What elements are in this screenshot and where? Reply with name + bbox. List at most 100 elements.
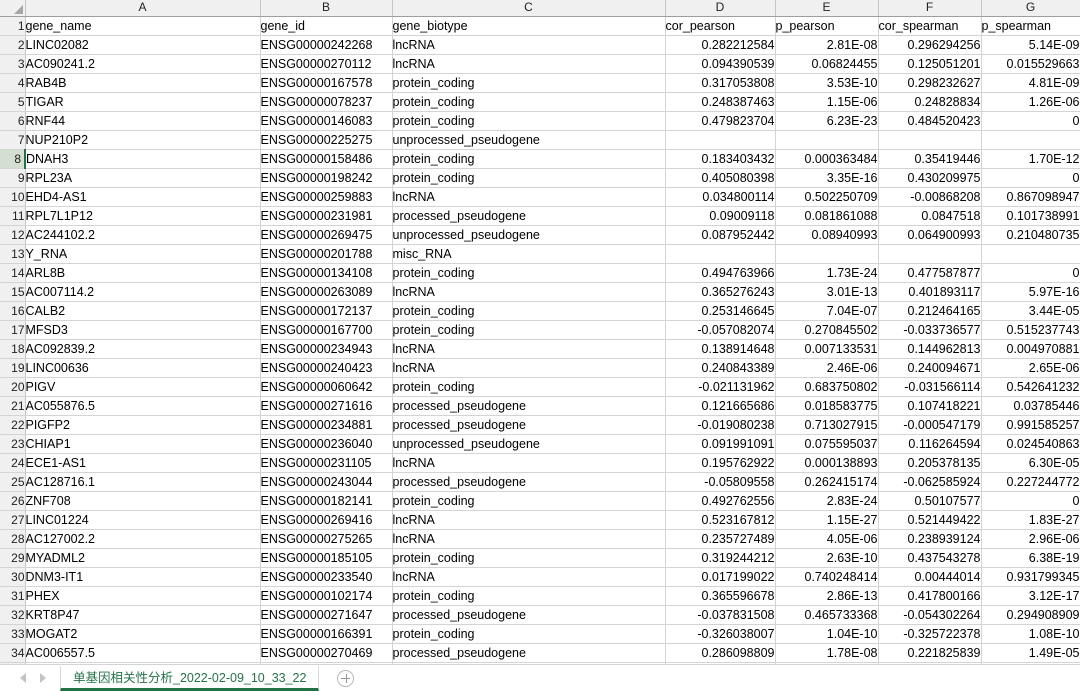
- cell-D19[interactable]: 0.240843389: [665, 358, 776, 378]
- cell-G31[interactable]: 3.12E-17: [981, 586, 1080, 606]
- table-row[interactable]: 10 EHD4-AS1 ENSG00000259883 lncRNA 0.0348001…: [0, 187, 1080, 207]
- cell-D5[interactable]: 0.248387463: [665, 92, 776, 112]
- cell-D2[interactable]: 0.282212584: [665, 35, 776, 55]
- row-header-11[interactable]: 11: [0, 206, 26, 226]
- cell-G33[interactable]: 1.08E-10: [981, 624, 1080, 644]
- cell-B33[interactable]: ENSG00000166391: [260, 624, 393, 644]
- cell-A29[interactable]: MYADML2: [25, 548, 261, 568]
- row-header-14[interactable]: 14: [0, 263, 26, 283]
- cell-A27[interactable]: LINC01224: [25, 510, 261, 530]
- cell-A31[interactable]: PHEX: [25, 586, 261, 606]
- cell-D34[interactable]: 0.286098809: [665, 643, 776, 663]
- cell-A8[interactable]: DNAH3: [25, 149, 261, 169]
- cell-F21[interactable]: 0.107418221: [878, 396, 982, 416]
- cell-B24[interactable]: ENSG00000231105: [260, 453, 393, 473]
- cell-B31[interactable]: ENSG00000102174: [260, 586, 393, 606]
- cell-E21[interactable]: 0.018583775: [775, 396, 879, 416]
- chevron-right-icon[interactable]: [40, 673, 46, 683]
- cell-A32[interactable]: KRT8P47: [25, 605, 261, 625]
- row-header-3[interactable]: 3: [0, 54, 26, 74]
- row-header-23[interactable]: 23: [0, 434, 26, 454]
- cell-G13[interactable]: [981, 244, 1080, 264]
- cell-E1[interactable]: p_pearson: [775, 16, 879, 36]
- cell-C17[interactable]: protein_coding: [392, 320, 666, 340]
- cell-G2[interactable]: 5.14E-09: [981, 35, 1080, 55]
- cell-D33[interactable]: -0.326038007: [665, 624, 776, 644]
- column-header-g[interactable]: G: [981, 0, 1080, 17]
- cell-G24[interactable]: 6.30E-05: [981, 453, 1080, 473]
- cell-C25[interactable]: processed_pseudogene: [392, 472, 666, 492]
- table-row[interactable]: 15 AC007114.2 ENSG00000263089 lncRNA 0.36527…: [0, 282, 1080, 302]
- table-row[interactable]: 6 RNF44 ENSG00000146083 protein_coding 0.479…: [0, 111, 1080, 131]
- cell-A20[interactable]: PIGV: [25, 377, 261, 397]
- row-header-24[interactable]: 24: [0, 453, 26, 473]
- cell-E18[interactable]: 0.007133531: [775, 339, 879, 359]
- cell-D28[interactable]: 0.235727489: [665, 529, 776, 549]
- cell-C26[interactable]: protein_coding: [392, 491, 666, 511]
- row-header-26[interactable]: 26: [0, 491, 26, 511]
- cell-F20[interactable]: -0.031566114: [878, 377, 982, 397]
- cell-F22[interactable]: -0.000547179: [878, 415, 982, 435]
- cell-E6[interactable]: 6.23E-23: [775, 111, 879, 131]
- cell-G4[interactable]: 4.81E-09: [981, 73, 1080, 93]
- cell-D1[interactable]: cor_pearson: [665, 16, 776, 36]
- cell-E31[interactable]: 2.86E-13: [775, 586, 879, 606]
- table-row[interactable]: 8 DNAH3 ENSG00000158486 protein_coding 0.183…: [0, 149, 1080, 169]
- cell-C18[interactable]: lncRNA: [392, 339, 666, 359]
- cell-B10[interactable]: ENSG00000259883: [260, 187, 393, 207]
- cell-F4[interactable]: 0.298232627: [878, 73, 982, 93]
- row-header-15[interactable]: 15: [0, 282, 26, 302]
- cell-F10[interactable]: -0.00868208: [878, 187, 982, 207]
- cell-B7[interactable]: ENSG00000225275: [260, 130, 393, 150]
- cell-B34[interactable]: ENSG00000270469: [260, 643, 393, 663]
- cell-E7[interactable]: [775, 130, 879, 150]
- cell-A22[interactable]: PIGFP2: [25, 415, 261, 435]
- cell-F33[interactable]: -0.325722378: [878, 624, 982, 644]
- chevron-left-icon[interactable]: [20, 673, 26, 683]
- cell-G23[interactable]: 0.024540863: [981, 434, 1080, 454]
- cell-E5[interactable]: 1.15E-06: [775, 92, 879, 112]
- cell-C30[interactable]: lncRNA: [392, 567, 666, 587]
- cell-D12[interactable]: 0.087952442: [665, 225, 776, 245]
- table-row[interactable]: 11 RPL7L1P12 ENSG00000231981 processed_pseu…: [0, 206, 1080, 226]
- cell-E14[interactable]: 1.73E-24: [775, 263, 879, 283]
- cell-A9[interactable]: RPL23A: [25, 168, 261, 188]
- cell-A6[interactable]: RNF44: [25, 111, 261, 131]
- cell-F5[interactable]: 0.24828834: [878, 92, 982, 112]
- table-row[interactable]: 2 LINC02082 ENSG00000242268 lncRNA 0.2822125…: [0, 35, 1080, 55]
- cell-G29[interactable]: 6.38E-19: [981, 548, 1080, 568]
- cell-C3[interactable]: lncRNA: [392, 54, 666, 74]
- cell-E9[interactable]: 3.35E-16: [775, 168, 879, 188]
- table-row[interactable]: 7 NUP210P2 ENSG00000225275 unprocessed_pseu…: [0, 130, 1080, 150]
- cell-G17[interactable]: 0.515237743: [981, 320, 1080, 340]
- cell-C7[interactable]: unprocessed_pseudogene: [392, 130, 666, 150]
- table-row[interactable]: 24 ECE1-AS1 ENSG00000231105 lncRNA 0.1957629…: [0, 453, 1080, 473]
- cell-D32[interactable]: -0.037831508: [665, 605, 776, 625]
- table-row[interactable]: 5 TIGAR ENSG00000078237 protein_coding 0.248…: [0, 92, 1080, 112]
- table-row[interactable]: 17 MFSD3 ENSG00000167700 protein_coding -0.0…: [0, 320, 1080, 340]
- cell-F25[interactable]: -0.062585924: [878, 472, 982, 492]
- cell-C15[interactable]: lncRNA: [392, 282, 666, 302]
- cell-D8[interactable]: 0.183403432: [665, 149, 776, 169]
- cell-G19[interactable]: 2.65E-06: [981, 358, 1080, 378]
- cell-B20[interactable]: ENSG00000060642: [260, 377, 393, 397]
- cell-G20[interactable]: 0.542641232: [981, 377, 1080, 397]
- cell-E15[interactable]: 3.01E-13: [775, 282, 879, 302]
- cell-A28[interactable]: AC127002.2: [25, 529, 261, 549]
- cell-G27[interactable]: 1.83E-27: [981, 510, 1080, 530]
- row-header-20[interactable]: 20: [0, 377, 26, 397]
- cell-F12[interactable]: 0.064900993: [878, 225, 982, 245]
- row-header-7[interactable]: 7: [0, 130, 26, 150]
- cell-E19[interactable]: 2.46E-06: [775, 358, 879, 378]
- cell-E28[interactable]: 4.05E-06: [775, 529, 879, 549]
- table-row[interactable]: 1 gene_name gene_id gene_biotype cor_pearson…: [0, 16, 1080, 36]
- cell-F18[interactable]: 0.144962813: [878, 339, 982, 359]
- table-row[interactable]: 20 PIGV ENSG00000060642 protein_coding -0.02…: [0, 377, 1080, 397]
- cell-F7[interactable]: [878, 130, 982, 150]
- cell-F24[interactable]: 0.205378135: [878, 453, 982, 473]
- column-header-b[interactable]: B: [260, 0, 393, 17]
- cell-F6[interactable]: 0.484520423: [878, 111, 982, 131]
- cell-D26[interactable]: 0.492762556: [665, 491, 776, 511]
- cell-A24[interactable]: ECE1-AS1: [25, 453, 261, 473]
- cell-G12[interactable]: 0.210480735: [981, 225, 1080, 245]
